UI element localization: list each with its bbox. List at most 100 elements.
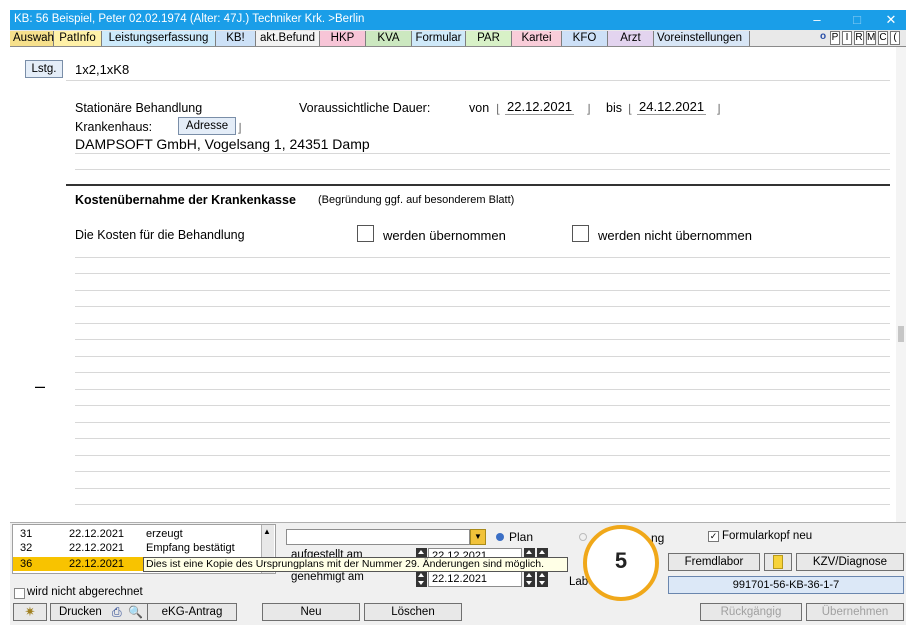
formularkopf-checkbox[interactable]: ✓: [708, 531, 719, 542]
note-icon: [773, 555, 783, 569]
fremdlabor-button[interactable]: Fremdlabor: [668, 553, 760, 571]
tab-arzt[interactable]: Arzt: [608, 31, 654, 46]
von-bracket-right: ⌋: [586, 102, 591, 116]
text-line: [75, 422, 890, 423]
rueckgaengig-button[interactable]: Rückgängig: [700, 603, 802, 621]
werden-nicht-uebernommen-checkbox[interactable]: [572, 225, 589, 242]
tools-button[interactable]: ✷: [13, 603, 47, 621]
uebernehmen-button[interactable]: Übernehmen: [806, 603, 904, 621]
tab-formular[interactable]: Formular: [412, 31, 466, 46]
text-line: [75, 372, 890, 373]
close-button[interactable]: ✕: [878, 10, 904, 30]
werden-uebernommen-checkbox[interactable]: [357, 225, 374, 242]
status-dropdown[interactable]: [286, 529, 470, 545]
history-nr: 31: [20, 528, 33, 540]
formularkopf-label[interactable]: Formularkopf neu: [722, 530, 812, 542]
print-preview-icon[interactable]: ⎙: [112, 605, 126, 619]
tab-akt-befund[interactable]: akt.Befund: [256, 31, 320, 46]
text-line: [75, 389, 890, 390]
text-line: [75, 306, 890, 307]
history-status: erzeugt: [146, 528, 183, 540]
genehmigt-spin-right-icon[interactable]: [524, 571, 535, 587]
code-button[interactable]: 991701-56-KB-36-1-7: [668, 576, 904, 594]
drucken-label: Drucken: [59, 606, 102, 618]
tab-kfo[interactable]: KFO: [562, 31, 608, 46]
neu-button[interactable]: Neu: [262, 603, 360, 621]
werden-uebernommen-label[interactable]: werden übernommen: [383, 228, 506, 243]
genehmigt-spin-icon[interactable]: [416, 571, 427, 587]
text-line: [75, 339, 890, 340]
text-line: [75, 405, 890, 406]
tab-auswahl[interactable]: Auswahl: [10, 31, 56, 46]
gear-icon: ✷: [24, 604, 36, 619]
text-line: [75, 471, 890, 472]
bis-date-field[interactable]: 24.12.2021: [637, 99, 707, 115]
kzv-diagnose-button[interactable]: KZV/Diagnose: [796, 553, 904, 571]
wird-nicht-label[interactable]: wird nicht abgerechnet: [27, 586, 143, 598]
krankenhaus-label: Krankenhaus:: [75, 120, 153, 134]
bis-bracket-right: ⌋: [716, 102, 721, 116]
text-line: [75, 438, 890, 439]
history-date: 22.12.2021: [69, 558, 125, 570]
minimize-button[interactable]: –: [804, 10, 830, 30]
collapse-dash[interactable]: –: [35, 376, 45, 397]
text-line: [75, 290, 890, 291]
text-line: [75, 257, 890, 258]
von-bracket-left: ⌊: [496, 102, 501, 116]
vertical-scrollbar[interactable]: [896, 47, 906, 525]
tab-kb[interactable]: KB!: [216, 31, 256, 46]
tab-tail-r[interactable]: R: [854, 31, 864, 45]
info-icon[interactable]: o: [818, 31, 828, 45]
tab-tail-i[interactable]: I: [842, 31, 852, 45]
text-line: [75, 455, 890, 456]
genehmigt-spin-right2-icon[interactable]: [537, 571, 548, 587]
ekg-antrag-button[interactable]: eKG-Antrag: [147, 603, 237, 621]
history-date: 22.12.2021: [69, 542, 125, 554]
maximize-button[interactable]: □: [844, 10, 870, 30]
tab-kva[interactable]: KVA: [366, 31, 412, 46]
address-value[interactable]: DAMPSOFT GmbH, Vogelsang 1, 24351 Damp: [75, 136, 370, 152]
tab-patinfo[interactable]: PatInfo: [54, 31, 102, 46]
tab-hkp[interactable]: HKP: [320, 31, 366, 46]
tab-tail-m[interactable]: M: [866, 31, 876, 45]
wird-nicht-checkbox[interactable]: [14, 588, 25, 599]
tab-kartei[interactable]: Kartei: [512, 31, 562, 46]
radio-other[interactable]: [579, 533, 587, 541]
bis-label: bis: [606, 101, 622, 115]
tab-tail-c[interactable]: C: [878, 31, 888, 45]
dauer-label: Voraussichtliche Dauer:: [299, 101, 431, 115]
von-label: von: [469, 101, 490, 115]
tab-par[interactable]: PAR: [466, 31, 512, 46]
werden-nicht-uebernommen-label[interactable]: werden nicht übernommen: [598, 228, 752, 243]
tab-tail-more[interactable]: (: [890, 31, 900, 45]
history-nr: 32: [20, 542, 33, 554]
window-titlebar: KB: 56 Beispiel, Peter 02.02.1974 (Alter…: [10, 10, 906, 30]
window-title: KB: 56 Beispiel, Peter 02.02.1974 (Alter…: [14, 13, 365, 25]
text-line: [75, 488, 890, 489]
tab-leistungserfassung[interactable]: Leistungserfassung: [102, 31, 216, 46]
magnifier-icon[interactable]: 🔍: [128, 605, 143, 619]
radio-plan[interactable]: [496, 533, 504, 541]
genehmigt-field[interactable]: 22.12.2021: [428, 571, 522, 587]
text-line: [75, 504, 890, 505]
von-date-field[interactable]: 22.12.2021: [505, 99, 575, 115]
bis-bracket-left: ⌊: [628, 102, 633, 116]
scroll-up-icon[interactable]: ▲: [262, 527, 272, 537]
adresse-button[interactable]: Adresse: [178, 117, 236, 135]
adresse-bracket: ⌋: [237, 121, 242, 135]
tab-voreinstellungen[interactable]: Voreinstellungen: [654, 31, 750, 46]
tooltip: Dies ist eine Kopie des Ursprungplans mi…: [143, 557, 568, 572]
lstg-value[interactable]: 1x2,1xK8: [75, 62, 129, 77]
radio-plan-label[interactable]: Plan: [509, 530, 533, 544]
lstg-button[interactable]: Lstg.: [25, 60, 63, 78]
loeschen-button[interactable]: Löschen: [364, 603, 462, 621]
history-date: 22.12.2021: [69, 528, 125, 540]
scrollbar-thumb[interactable]: [898, 326, 904, 342]
history-nr: 36: [20, 558, 33, 570]
tab-tail-p[interactable]: P: [830, 31, 840, 45]
history-status: Empfang bestätigt: [146, 542, 235, 554]
dropdown-arrow-icon[interactable]: ▼: [470, 529, 486, 545]
module-tab-bar: Auswahl PatInfo Leistungserfassung KB! a…: [10, 30, 906, 47]
callout-number: 5: [614, 548, 628, 573]
section-divider: [66, 184, 890, 186]
